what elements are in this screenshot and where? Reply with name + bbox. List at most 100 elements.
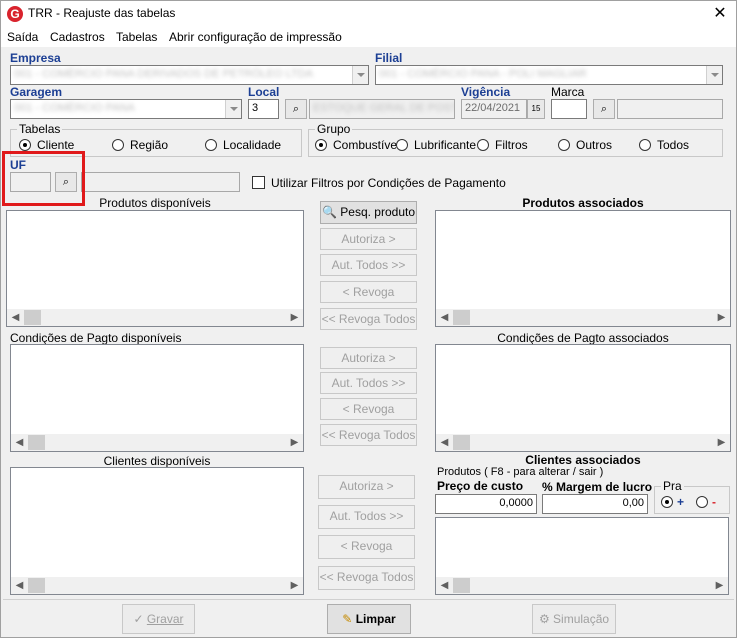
vigencia-label: Vigência xyxy=(461,85,511,99)
radio-localidade[interactable]: Localidade xyxy=(205,138,281,152)
scroll-left-icon[interactable]: ◀ xyxy=(7,309,24,326)
binoculars-icon[interactable]: ⌕ xyxy=(593,99,615,119)
aut-todos-produtos-button[interactable]: Aut. Todos >> xyxy=(320,254,417,276)
close-icon[interactable]: ✕ xyxy=(704,1,736,27)
autoriza-condicoes-button[interactable]: Autoriza > xyxy=(320,347,417,369)
scroll-right-icon[interactable]: ▶ xyxy=(711,577,728,594)
horizontal-scrollbar[interactable]: ◀ ▶ xyxy=(11,434,303,451)
scroll-thumb[interactable] xyxy=(28,578,45,593)
horizontal-scrollbar[interactable]: ◀ ▶ xyxy=(436,434,730,451)
scroll-right-icon[interactable]: ▶ xyxy=(713,434,730,451)
scroll-thumb[interactable] xyxy=(24,310,41,325)
horizontal-scrollbar[interactable]: ◀ ▶ xyxy=(436,309,730,326)
scroll-thumb[interactable] xyxy=(453,435,470,450)
revoga-condicoes-button[interactable]: < Revoga xyxy=(320,398,417,420)
radio-regiao[interactable]: Região xyxy=(112,138,168,152)
radio-filtros[interactable]: Filtros xyxy=(477,138,528,152)
produtos-associados-list[interactable]: ◀ ▶ xyxy=(435,210,731,327)
scroll-right-icon[interactable]: ▶ xyxy=(286,309,303,326)
scroll-left-icon[interactable]: ◀ xyxy=(436,309,453,326)
empresa-label: Empresa xyxy=(10,51,61,65)
gravar-label: Gravar xyxy=(146,612,184,626)
chevron-down-icon xyxy=(225,100,241,118)
radio-todos[interactable]: Todos xyxy=(639,138,689,152)
scroll-thumb[interactable] xyxy=(453,310,470,325)
revoga-produtos-button[interactable]: < Revoga xyxy=(320,281,417,303)
scroll-thumb[interactable] xyxy=(453,578,470,593)
preco-custo-input[interactable]: 0,0000 xyxy=(435,494,537,514)
minus-label: - xyxy=(712,495,716,509)
produtos-associados-caption: Produtos associados xyxy=(522,196,644,210)
scroll-left-icon[interactable]: ◀ xyxy=(11,577,28,594)
autoriza-produtos-button[interactable]: Autoriza > xyxy=(320,228,417,250)
binoculars-icon[interactable]: ⌕ xyxy=(285,99,307,119)
gear-icon: ⚙ xyxy=(538,612,554,626)
scroll-left-icon[interactable]: ◀ xyxy=(436,577,453,594)
radio-cliente-label: Cliente xyxy=(37,138,75,152)
garagem-select[interactable]: 001 - COMÉRCIO PANA xyxy=(10,99,242,119)
menu-abrir-configuracao[interactable]: Abrir configuração de impressão xyxy=(169,30,342,44)
aut-todos-clientes-button[interactable]: Aut. Todos >> xyxy=(318,505,415,529)
local-code-input[interactable]: 3 xyxy=(248,99,279,119)
scroll-left-icon[interactable]: ◀ xyxy=(11,434,28,451)
marca-code-input[interactable] xyxy=(551,99,587,119)
produtos-disponiveis-list[interactable]: ◀ ▶ xyxy=(6,210,304,327)
autoriza-clientes-button[interactable]: Autoriza > xyxy=(318,475,415,499)
filial-value: 001 - COMÉRCIO PANA - POLI MAGLIAR xyxy=(379,68,587,80)
revoga-todos-produtos-button[interactable]: << Revoga Todos xyxy=(320,308,417,330)
menu-cadastros[interactable]: Cadastros xyxy=(50,30,105,44)
condicoes-disponiveis-list[interactable]: ◀ ▶ xyxy=(10,344,304,452)
revoga-todos-condicoes-button[interactable]: << Revoga Todos xyxy=(320,424,417,446)
radio-minus[interactable]: - xyxy=(696,495,716,509)
local-label: Local xyxy=(248,85,280,99)
radio-icon xyxy=(396,139,408,151)
filial-select[interactable]: 001 - COMÉRCIO PANA - POLI MAGLIAR xyxy=(375,65,723,85)
scroll-left-icon[interactable]: ◀ xyxy=(436,434,453,451)
limpar-label: Limpar xyxy=(355,612,396,626)
scroll-right-icon[interactable]: ▶ xyxy=(286,577,303,594)
gravar-button[interactable]: ✓ Gravar xyxy=(122,604,195,634)
pra-label: Pra xyxy=(661,479,684,493)
scroll-right-icon[interactable]: ▶ xyxy=(713,309,730,326)
radio-lubrificante-label: Lubrificante xyxy=(414,138,477,152)
menu-tabelas[interactable]: Tabelas xyxy=(116,30,157,44)
marca-name-field xyxy=(617,99,723,119)
margem-lucro-label: % Margem de lucro xyxy=(542,480,653,494)
simulacao-label: Simulação xyxy=(553,612,610,626)
aut-todos-condicoes-button[interactable]: Aut. Todos >> xyxy=(320,372,417,394)
horizontal-scrollbar[interactable]: ◀ ▶ xyxy=(436,577,728,594)
condicoes-associados-list[interactable]: ◀ ▶ xyxy=(435,344,731,452)
radio-icon xyxy=(205,139,217,151)
margem-lucro-input[interactable]: 0,00 xyxy=(542,494,648,514)
limpar-button[interactable]: ✎ Limpar xyxy=(327,604,411,634)
radio-filtros-label: Filtros xyxy=(495,138,528,152)
radio-icon xyxy=(558,139,570,151)
clientes-associados-list[interactable]: ◀ ▶ xyxy=(435,517,729,595)
simulacao-button[interactable]: ⚙ Simulação xyxy=(532,604,616,634)
empresa-select[interactable]: 001 - COMÉRCIO PANA DERIVADOS DE PETRÓLE… xyxy=(10,65,369,85)
revoga-clientes-button[interactable]: < Revoga xyxy=(318,535,415,559)
menu-saida[interactable]: Saída xyxy=(7,30,38,44)
radio-plus[interactable]: + xyxy=(661,495,684,509)
search-icon: 🔍 xyxy=(322,205,341,219)
calendar-icon[interactable]: 15 xyxy=(527,99,545,119)
revoga-todos-clientes-button[interactable]: << Revoga Todos xyxy=(318,566,415,590)
radio-lubrificante[interactable]: Lubrificante xyxy=(396,138,476,152)
scroll-thumb[interactable] xyxy=(28,435,45,450)
vigencia-date-input[interactable]: 22/04/2021 xyxy=(461,99,527,119)
pesq-produto-button[interactable]: 🔍 Pesq. produto xyxy=(320,201,417,224)
chevron-down-icon xyxy=(352,66,368,84)
horizontal-scrollbar[interactable]: ◀ ▶ xyxy=(7,309,303,326)
clientes-disponiveis-list[interactable]: ◀ ▶ xyxy=(10,467,304,595)
uf-name-field xyxy=(81,172,240,192)
scroll-right-icon[interactable]: ▶ xyxy=(286,434,303,451)
radio-cliente[interactable]: Cliente xyxy=(19,138,74,152)
utilizar-filtros-checkbox[interactable]: Utilizar Filtros por Condições de Pagame… xyxy=(252,176,506,190)
app-window: G TRR - Reajuste das tabelas ✕ Saída Cad… xyxy=(0,0,737,638)
radio-icon xyxy=(696,496,708,508)
radio-combustivel[interactable]: Combustível xyxy=(315,138,400,152)
horizontal-scrollbar[interactable]: ◀ ▶ xyxy=(11,577,303,594)
clientes-associados-caption: Clientes associados xyxy=(525,453,641,467)
utilizar-filtros-label: Utilizar Filtros por Condições de Pagame… xyxy=(271,176,506,190)
radio-outros[interactable]: Outros xyxy=(558,138,612,152)
